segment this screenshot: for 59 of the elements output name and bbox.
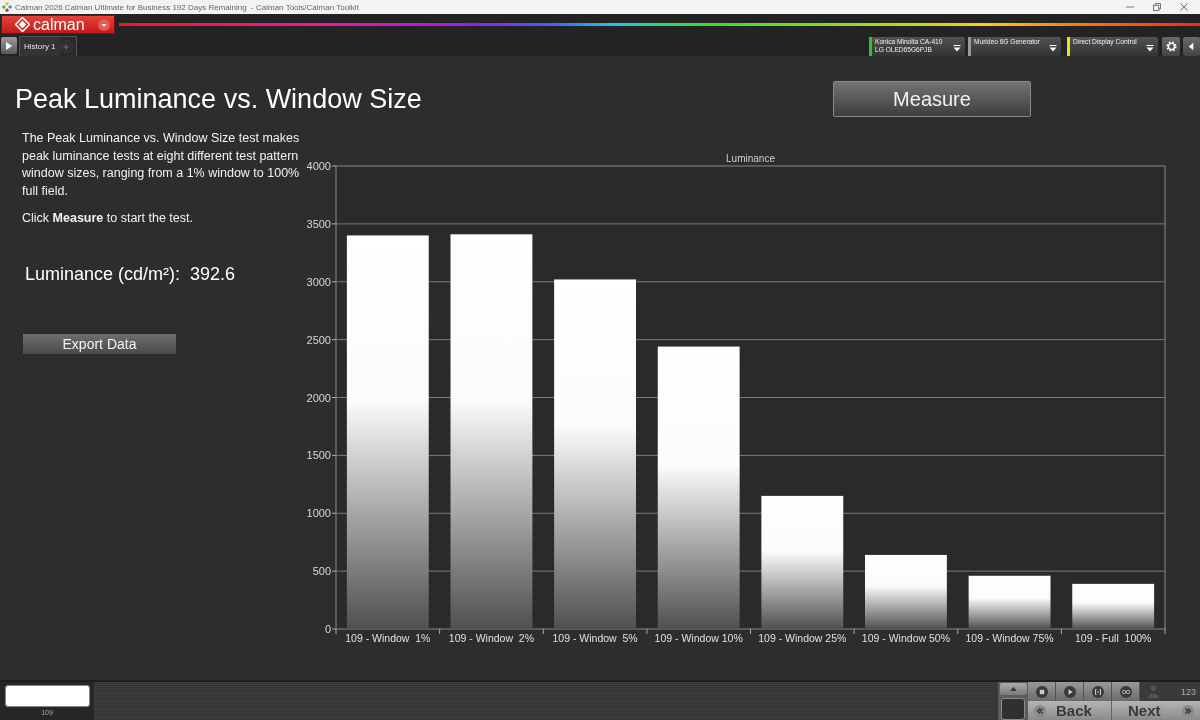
chart-title: Luminance <box>726 153 775 164</box>
description-text: Click Measure to start the test. <box>22 209 194 227</box>
loop-button[interactable] <box>1112 682 1140 701</box>
reading-label: Luminance (cd/m²): <box>25 263 181 285</box>
axis-label: 0 <box>324 623 331 635</box>
play-icon <box>6 41 12 50</box>
axis-label: 109 - Window 2% <box>448 632 535 644</box>
page-title: Peak Luminance vs. Window Size <box>15 83 422 115</box>
bracket-icon <box>1091 685 1104 698</box>
diamond-logo-icon <box>15 17 30 32</box>
loop-icon <box>1119 685 1132 698</box>
axis-label: 109 - Window 10% <box>654 632 743 644</box>
axis-label: 109 - Window 25% <box>758 632 847 644</box>
up-button[interactable] <box>999 683 1027 695</box>
play-button[interactable] <box>1 37 17 54</box>
caret-icon <box>953 44 961 52</box>
axis-label: 4000 <box>306 160 331 172</box>
reading-value: 392.6 <box>190 263 236 285</box>
up-arrow-icon <box>1009 687 1017 691</box>
axis-label: 1500 <box>306 449 331 462</box>
axis-label: 3000 <box>306 275 331 288</box>
settings-icon <box>1165 41 1177 52</box>
axis-label: 1000 <box>306 507 331 520</box>
next-button[interactable]: Next <box>1112 701 1200 720</box>
axis-label: 500 <box>312 565 331 578</box>
caret-icon <box>1146 44 1154 52</box>
measure-button[interactable]: Measure <box>833 81 1031 117</box>
person-icon <box>1148 685 1159 698</box>
collapse-button[interactable] <box>1183 37 1200 56</box>
sequence-number: 123 <box>1180 686 1196 697</box>
preview-swatch <box>1001 698 1025 720</box>
tab[interactable]: History 1 <box>20 37 60 56</box>
axis-label: 109 - Window 75% <box>965 632 1054 644</box>
axis-label: 2500 <box>306 333 331 346</box>
frame-button[interactable] <box>1084 682 1112 701</box>
settings-button[interactable] <box>1162 37 1180 56</box>
description-text: The Peak Luminance vs. Window Size test makes peak luminance tests at eight different test pattern window sizes, ranging from a 1% window to 100% full field. <box>22 130 300 201</box>
play-button[interactable] <box>1056 682 1084 701</box>
axis-label: 2000 <box>306 391 331 404</box>
axis-label: 109 - Window 1% <box>345 632 431 644</box>
app-menu-button[interactable]: calman <box>1 15 115 34</box>
axis-label: 109 - Window 50% <box>861 632 950 644</box>
plus-icon <box>63 43 70 50</box>
axis-label: 109 - Window 5% <box>552 632 638 644</box>
double-right-chevron-icon <box>1182 704 1194 717</box>
axis-label: 109 - Full 100% <box>1074 632 1152 644</box>
export-data-button[interactable]: Export Data <box>22 332 177 355</box>
app-icon <box>2 2 12 12</box>
double-left-chevron-icon <box>1034 704 1046 717</box>
window-title: Calman 2026 Calman Ultimate for Business 192 Days Remaining - Calman Tools/Calman Toolkit <box>15 2 359 12</box>
restore-icon[interactable] <box>1153 3 1161 11</box>
caret-icon <box>98 18 110 31</box>
caret-icon <box>1049 44 1057 52</box>
close-icon[interactable] <box>1180 3 1188 11</box>
stop-icon <box>1035 685 1048 698</box>
play-icon <box>1063 685 1076 698</box>
back-button[interactable]: Back <box>1028 701 1112 720</box>
axis-label: 3500 <box>306 217 331 230</box>
stop-button[interactable] <box>1028 682 1056 701</box>
